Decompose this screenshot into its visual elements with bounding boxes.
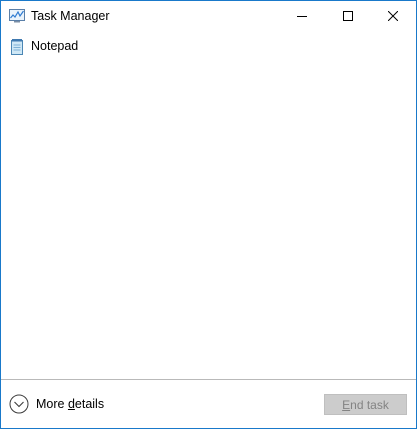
process-list: Notepad — [1, 32, 416, 379]
maximize-icon — [343, 8, 353, 26]
window-title: Task Manager — [31, 9, 110, 23]
maximize-button[interactable] — [325, 1, 371, 32]
close-icon — [387, 8, 399, 26]
minimize-icon — [297, 8, 307, 26]
process-label: Notepad — [31, 39, 79, 53]
list-item[interactable]: Notepad — [1, 34, 416, 58]
task-manager-icon — [9, 9, 25, 23]
end-task-button[interactable]: End task — [324, 394, 407, 415]
more-details-accel: d — [67, 397, 75, 411]
minimize-button[interactable] — [279, 1, 325, 32]
end-task-accel: E — [342, 397, 351, 412]
more-details-label: More details — [36, 397, 104, 411]
task-manager-window: Task Manager Notepad More details E nd t… — [0, 0, 417, 429]
chevron-down-circle-icon — [9, 394, 29, 414]
more-details-prefix: More — [36, 397, 68, 411]
footer: More details End task — [1, 380, 416, 428]
more-details-suffix: etails — [74, 397, 105, 411]
close-button[interactable] — [370, 1, 416, 32]
notepad-icon — [10, 39, 24, 55]
title-bar[interactable]: Task Manager — [1, 1, 416, 32]
end-task-suffix: nd task — [350, 397, 389, 412]
more-details-button[interactable]: More details — [9, 393, 104, 415]
